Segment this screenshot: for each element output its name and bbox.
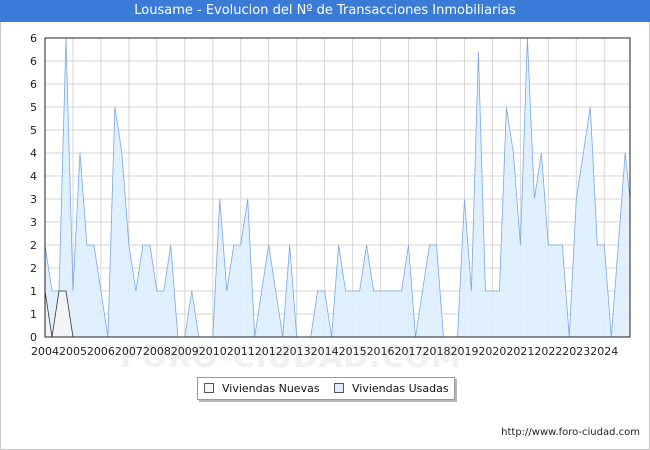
footer-url: http://www.foro-ciudad.com [501,427,640,438]
x-tick-label: 2005 [59,345,87,358]
x-tick-label: 2022 [534,345,562,358]
y-tick-label: 6 [30,78,37,91]
x-tick-label: 2019 [450,345,478,358]
x-tick-label: 2007 [115,345,143,358]
x-tick-label: 2006 [87,345,115,358]
x-tick-label: 2021 [506,345,534,358]
y-tick-label: 2 [30,239,37,252]
y-tick-label: 0 [30,331,37,344]
x-tick-label: 2020 [478,345,506,358]
x-tick-label: 2014 [311,345,339,358]
x-tick-label: 2016 [367,345,395,358]
legend-swatch-usadas [334,383,344,393]
y-tick-label: 6 [30,55,37,68]
x-tick-label: 2009 [171,345,199,358]
y-tick-label: 1 [30,285,37,298]
x-tick-label: 2024 [590,345,618,358]
y-tick-label: 3 [30,216,37,229]
y-tick-label: 1 [30,308,37,321]
x-tick-label: 2004 [31,345,59,358]
x-tick-label: 2008 [143,345,171,358]
x-tick-label: 2010 [199,345,227,358]
legend-label-usadas: Viviendas Usadas [352,382,449,395]
x-tick-label: 2012 [255,345,283,358]
x-tick-label: 2015 [339,345,367,358]
x-tick-label: 2023 [562,345,590,358]
x-tick-label: 2011 [227,345,255,358]
y-tick-label: 3 [30,193,37,206]
y-tick-label: 4 [30,170,37,183]
x-tick-label: 2018 [422,345,450,358]
x-tick-label: 2013 [283,345,311,358]
legend-item-nuevas: Viviendas Nuevas [204,378,320,399]
y-tick-label: 5 [30,101,37,114]
y-tick-label: 6 [30,32,37,45]
y-tick-label: 5 [30,124,37,137]
legend: Viviendas Nuevas Viviendas Usadas [197,377,455,400]
legend-swatch-nuevas [204,383,214,393]
y-tick-label: 4 [30,147,37,160]
x-tick-label: 2017 [395,345,423,358]
legend-item-usadas: Viviendas Usadas [334,378,449,399]
legend-label-nuevas: Viviendas Nuevas [222,382,320,395]
y-tick-label: 2 [30,262,37,275]
